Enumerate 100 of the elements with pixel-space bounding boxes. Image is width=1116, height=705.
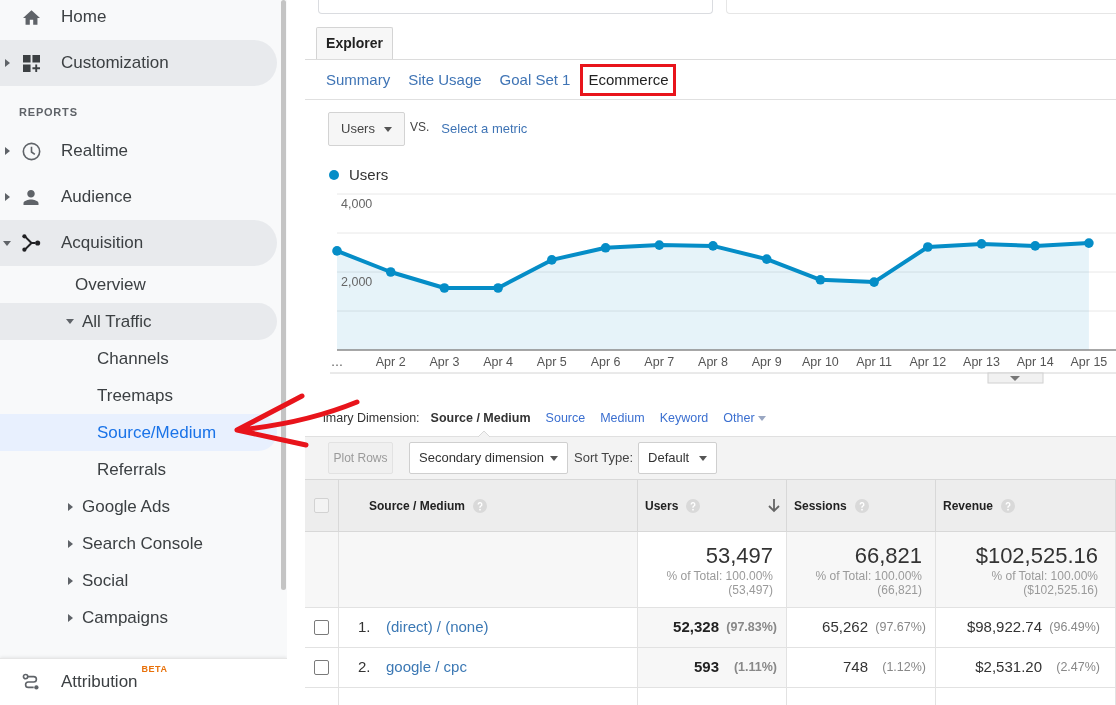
x-axis-label: … — [330, 355, 344, 369]
x-axis-label: Apr 5 — [536, 355, 567, 369]
select-metric-link[interactable]: Select a metric — [441, 119, 528, 139]
total-overall: (53,497) — [728, 582, 773, 597]
cell-value: $2,531.20 — [975, 657, 1042, 678]
sidebar-item[interactable]: Realtime — [0, 128, 277, 174]
sidebar-item[interactable]: Campaigns — [0, 599, 277, 636]
x-axis-label: Apr 8 — [698, 355, 728, 369]
data-point — [332, 246, 342, 256]
explorer-tab[interactable]: Explorer — [316, 27, 393, 59]
route-icon — [22, 673, 40, 691]
sidebar-item[interactable]: Referrals — [0, 451, 277, 488]
sidebar-item[interactable]: Channels — [0, 340, 277, 377]
beta-label: BETA — [141, 663, 168, 677]
clock-icon — [21, 141, 41, 161]
data-point — [976, 239, 987, 249]
x-axis-label: Apr 11 — [856, 355, 893, 369]
help-icon — [686, 498, 701, 513]
cell-value: 65,262 — [822, 617, 868, 638]
report-tab[interactable]: Goal Set 1 — [491, 63, 579, 96]
row-checkbox[interactable] — [314, 660, 329, 675]
data-point — [923, 242, 933, 252]
person-icon — [23, 189, 39, 205]
row-checkbox[interactable] — [314, 620, 329, 635]
branch-merge-icon — [21, 234, 41, 252]
caret-down-icon — [699, 455, 707, 461]
column-header[interactable]: Revenue — [936, 480, 1116, 531]
column-header[interactable]: Users — [638, 480, 787, 531]
caret-down-icon — [1010, 376, 1020, 381]
total-value: 66,821 — [854, 542, 922, 569]
sidebar-item[interactable]: Search Console — [0, 525, 277, 562]
caret-down-icon — [384, 126, 392, 132]
source-medium-link[interactable]: google / cpc — [386, 656, 467, 679]
x-axis-label: Apr 10 — [802, 355, 839, 369]
cell-percent: (1.11%) — [733, 659, 777, 677]
source-medium-link[interactable]: (direct) / (none) — [386, 616, 489, 639]
sidebar-item[interactable]: Overview — [0, 266, 277, 303]
total-share: % of Total: 100.00% — [815, 568, 922, 583]
cell-value: 593 — [693, 657, 719, 678]
cell-value: $98,922.74 — [966, 617, 1042, 638]
cell-percent: (2.47%) — [1056, 659, 1100, 677]
data-point — [761, 254, 772, 264]
cell-value: 748 — [842, 657, 868, 678]
report-tab[interactable]: Ecommerce — [580, 63, 677, 96]
column-header[interactable]: Sessions — [787, 480, 936, 531]
sidebar-item[interactable]: Source/Medium — [0, 414, 277, 451]
x-axis-label: Apr 14 — [1016, 355, 1054, 369]
data-point — [654, 240, 665, 250]
data-point — [493, 283, 503, 293]
row-number: 1. — [358, 617, 371, 638]
x-axis-label: Apr 9 — [751, 355, 782, 369]
help-icon — [854, 498, 869, 513]
sidebar-item[interactable]: Acquisition — [0, 220, 277, 266]
x-axis-label: Apr 3 — [429, 355, 460, 369]
cell-value: 52,328 — [673, 617, 719, 638]
secondary-dimension-dropdown[interactable]: Secondary dimension — [409, 442, 568, 474]
row-number: 2. — [358, 657, 371, 678]
home-icon — [22, 9, 40, 25]
report-tab[interactable]: Site Usage — [400, 63, 490, 96]
legend-label: Users — [349, 164, 389, 185]
dimension-option[interactable]: Source — [545, 408, 586, 428]
x-axis-label: Apr 7 — [644, 355, 675, 369]
scrollbar-thumb[interactable] — [281, 0, 286, 590]
x-axis-label: Apr 6 — [590, 355, 621, 369]
caret-down-icon — [757, 415, 766, 421]
help-icon — [1001, 498, 1016, 513]
x-axis-label: Apr 15 — [1070, 355, 1108, 369]
chart-collapse-handle[interactable] — [987, 372, 1044, 384]
sidebar-item[interactable]: Customization — [0, 40, 277, 86]
sort-type-label: Sort Type: — [574, 449, 633, 468]
data-point — [1084, 238, 1094, 248]
sidebar-item[interactable]: All Traffic — [0, 303, 277, 340]
total-share: % of Total: 100.00% — [666, 568, 773, 583]
column-header[interactable]: Source / Medium — [339, 480, 638, 531]
x-axis-label: Apr 2 — [375, 355, 406, 369]
dimension-option[interactable]: Medium — [600, 408, 645, 428]
sidebar-item[interactable]: Home — [0, 0, 277, 40]
y-axis-label: 2,000 — [341, 275, 373, 289]
data-point — [547, 255, 557, 265]
cell-percent: (96.49%) — [1049, 619, 1100, 637]
dimension-option[interactable]: Other — [723, 408, 766, 428]
dimension-option[interactable]: Keyword — [659, 408, 709, 428]
section-heading: REPORTS — [19, 104, 78, 120]
data-point — [600, 243, 611, 253]
data-point — [815, 275, 826, 285]
sidebar-item[interactable]: Google Ads — [0, 488, 277, 525]
metric-dropdown[interactable]: Users — [328, 112, 405, 146]
cell-percent: (97.83%) — [726, 619, 777, 637]
grid-plus-icon — [22, 54, 40, 72]
sidebar-item[interactable]: Social — [0, 562, 277, 599]
sort-down-arrow-icon — [768, 498, 780, 513]
cell-percent: (1.12%) — [882, 659, 926, 677]
x-axis-label: Apr 4 — [483, 355, 514, 369]
dimension-option[interactable]: Source / Medium — [430, 408, 531, 428]
sort-type-dropdown[interactable]: Default — [638, 442, 717, 474]
total-overall: (66,821) — [877, 582, 922, 597]
sidebar-item[interactable]: Audience — [0, 174, 277, 220]
data-point — [1030, 241, 1040, 251]
sidebar-item[interactable]: Treemaps — [0, 377, 277, 414]
report-tab[interactable]: Summary — [318, 63, 399, 96]
